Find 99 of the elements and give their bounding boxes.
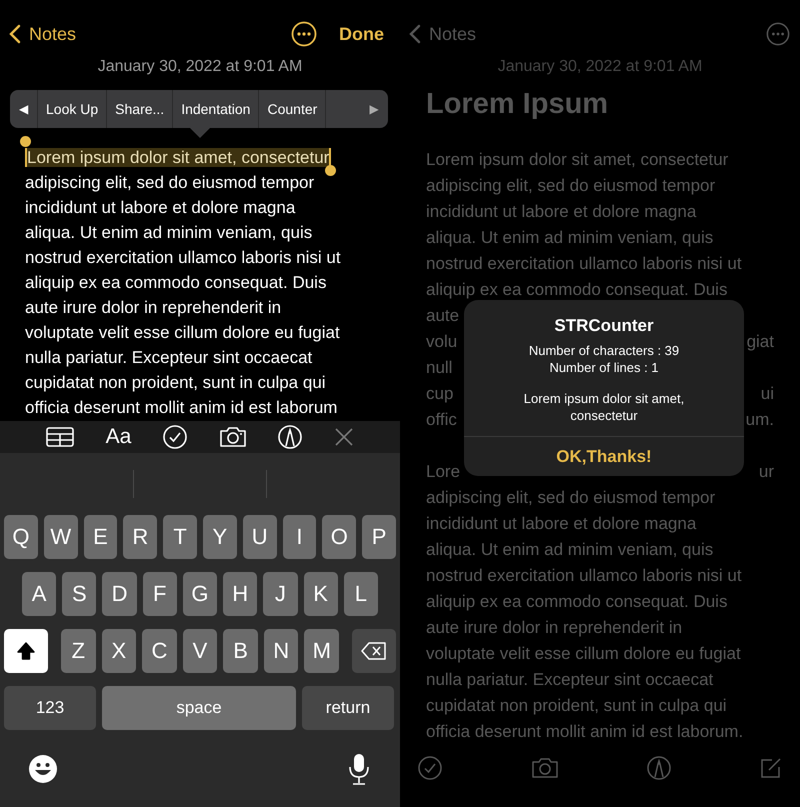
note-line: aliquip ex ea commodo consequat. Duis xyxy=(426,279,728,301)
microphone-icon[interactable] xyxy=(348,753,370,785)
note-line: cupidatat non proident, sunt in culpa qui xyxy=(25,373,326,392)
delete-key[interactable] xyxy=(352,629,396,673)
letter-key[interactable]: N xyxy=(264,629,298,673)
note-line: voluptate velit esse cillum dolore eu fugiat xyxy=(25,323,340,342)
menu-item[interactable]: Share... xyxy=(107,90,174,128)
letter-key[interactable]: K xyxy=(304,572,338,616)
selected-text: Lorem ipsum dolor sit amet, consectetur xyxy=(25,148,332,167)
note-line: aute irure dolor in reprehenderit in xyxy=(25,298,282,317)
note-title: Lorem Ipsum xyxy=(425,88,610,121)
note-line: incididunt ut labore et dolore magna xyxy=(426,201,696,223)
menu-item[interactable]: Look Up xyxy=(38,90,108,128)
letter-key[interactable]: C xyxy=(142,629,177,673)
alert-stat: Number of lines : 1 xyxy=(549,359,659,376)
letter-key[interactable]: O xyxy=(322,515,356,559)
back-button[interactable]: Notes xyxy=(409,24,476,44)
emoji-icon[interactable] xyxy=(28,754,58,784)
shift-key[interactable] xyxy=(4,629,48,673)
selection-handle[interactable] xyxy=(325,165,336,176)
previous-button[interactable]: ◀ xyxy=(10,90,38,128)
alert-message: Lorem ipsum dolor sit amet, consectetur xyxy=(522,390,686,424)
letter-key[interactable]: L xyxy=(344,572,378,616)
note-date: January 30, 2022 at 9:01 AM xyxy=(98,58,302,76)
note-line: officia deserunt mollit anim id est laborum. xyxy=(426,721,744,743)
alert-stat: Number of characters : 39 xyxy=(528,342,680,359)
letter-key[interactable]: M xyxy=(304,629,340,673)
note-line: adipiscing elit, sed do eiusmod tempor xyxy=(426,487,716,509)
note-line: aute irure dolor in reprehenderit in xyxy=(426,617,682,639)
numbers-key[interactable]: 123 xyxy=(4,686,96,730)
checklist-icon[interactable] xyxy=(418,756,442,780)
letter-key[interactable]: Q xyxy=(4,515,38,559)
letter-key[interactable]: A xyxy=(22,572,56,616)
note-line: adipiscing elit, sed do eiusmod tempor xyxy=(25,173,314,192)
note-line: aliqua. Ut enim ad minim veniam, quis xyxy=(426,227,714,249)
note-line: adipiscing elit, sed do eiusmod tempor xyxy=(426,175,716,197)
letter-key[interactable]: G xyxy=(182,572,218,616)
arrow-up-icon xyxy=(16,641,36,661)
note-line: officia deserunt mollit anim id est laborum xyxy=(25,398,338,417)
note-line: um. xyxy=(746,409,774,431)
back-button[interactable]: Notes xyxy=(9,24,76,44)
letter-key[interactable]: J xyxy=(263,572,298,616)
letter-key[interactable]: T xyxy=(163,515,197,559)
chevron-left-icon xyxy=(9,24,21,44)
letter-key[interactable]: Y xyxy=(202,515,237,559)
note-line: voluptate velit esse cillum dolore eu fugiat xyxy=(426,643,741,665)
letter-key[interactable]: W xyxy=(44,515,78,559)
note-line: nulla pariatur. Excepteur sint occaecat xyxy=(25,348,312,367)
note-line: cupidatat non proident, sunt in culpa qui xyxy=(426,695,727,717)
note-line: nostrud exercitation ullamco laboris nisi ut xyxy=(426,253,742,275)
letter-key[interactable]: V xyxy=(182,629,218,673)
note-line: ur xyxy=(758,461,774,483)
note-line: aliquip ex ea commodo consequat. Duis xyxy=(25,273,326,292)
delete-icon xyxy=(361,642,387,660)
note-line: aute xyxy=(426,305,460,327)
letter-key[interactable]: P xyxy=(362,515,396,559)
note-line: nostrud exercitation ullamco laboris nisi ut xyxy=(25,248,341,267)
return-key[interactable]: return xyxy=(302,686,394,730)
note-line: cup xyxy=(426,383,454,405)
letter-key[interactable]: R xyxy=(123,515,158,559)
compose-icon[interactable] xyxy=(760,757,782,779)
ok-button[interactable]: OK,Thanks! xyxy=(464,436,744,476)
note-line: incididunt ut labore et dolore magna xyxy=(25,198,296,217)
letter-key[interactable]: S xyxy=(62,572,96,616)
note-line: ui xyxy=(760,383,774,405)
letter-key[interactable]: Z xyxy=(61,629,96,673)
close-icon[interactable] xyxy=(334,427,354,447)
letter-key[interactable]: E xyxy=(84,515,118,559)
text-style-button[interactable]: Aa xyxy=(106,425,132,449)
table-icon[interactable] xyxy=(46,427,74,447)
note-line: giat xyxy=(746,331,774,353)
letter-key[interactable]: B xyxy=(223,629,258,673)
letter-key[interactable]: D xyxy=(102,572,137,616)
selection-handle[interactable] xyxy=(20,136,31,147)
more-icon[interactable] xyxy=(291,21,317,47)
note-line: aliqua. Ut enim ad minim veniam, quis xyxy=(25,223,312,242)
note-line: volu xyxy=(426,331,458,353)
note-line: nulla pariatur. Excepteur sint occaecat xyxy=(426,669,714,691)
next-button[interactable]: ▶ xyxy=(360,90,388,128)
space-key[interactable]: space xyxy=(102,686,296,730)
note-line: aliqua. Ut enim ad minim veniam, quis xyxy=(426,539,714,561)
note-line: aliquip ex ea commodo consequat. Duis xyxy=(426,591,728,613)
chevron-left-icon xyxy=(409,24,421,44)
letter-key[interactable]: U xyxy=(242,515,277,559)
note-line: Lore xyxy=(426,461,460,483)
letter-key[interactable]: X xyxy=(102,629,136,673)
note-line: nostrud exercitation ullamco laboris nisi ut xyxy=(426,565,742,587)
alert-title: STRCounter xyxy=(554,316,654,336)
note-date: January 30, 2022 at 9:01 AM xyxy=(498,58,702,76)
note-line: offic xyxy=(426,409,457,431)
note-line: incididunt ut labore et dolore magna xyxy=(426,513,696,535)
menu-item[interactable]: Counter xyxy=(259,90,326,128)
note-line: Lorem ipsum dolor sit amet, consectetur xyxy=(426,149,728,171)
done-button[interactable]: Done xyxy=(339,24,390,44)
letter-key[interactable]: F xyxy=(142,572,177,616)
menu-item[interactable]: Indentation xyxy=(173,90,260,128)
letter-key[interactable]: I xyxy=(282,515,316,559)
letter-key[interactable]: H xyxy=(223,572,258,616)
note-line: null xyxy=(426,357,452,379)
